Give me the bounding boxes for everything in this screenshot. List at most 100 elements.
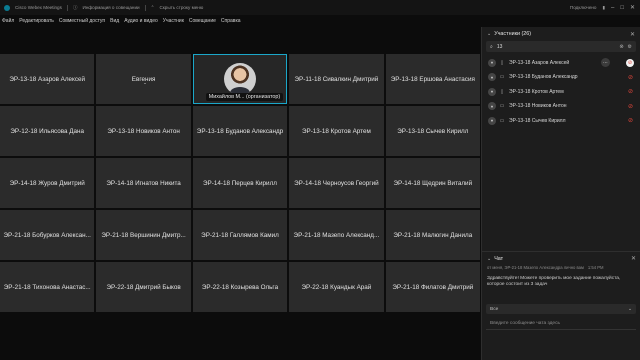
menu-edit[interactable]: Редактировать [19, 18, 54, 24]
participant-name: Евгения [131, 75, 156, 83]
participant-tile[interactable]: ЭР-21-18 Галлямов Камил [192, 210, 288, 260]
chevron-down-icon[interactable]: ⌄ [487, 31, 491, 37]
phone-icon: ▯ [500, 88, 504, 95]
participant-name: ЭР-13-18 Новиков Антон [509, 103, 567, 110]
menu-help[interactable]: Справка [221, 18, 241, 24]
divider [144, 4, 146, 11]
participant-tile[interactable]: ЭР-22-18 Козырева Ольга [192, 262, 288, 312]
chevron-up-icon: ⌃ [150, 4, 155, 10]
chat-recipient-select[interactable]: Все ⌄ [486, 304, 636, 314]
participant-name: ЭР-22-18 Дмитрий Быков [106, 283, 181, 291]
recipient-label: Все [490, 306, 499, 312]
host-video-tile[interactable]: Михайлов М... (организатор) [192, 54, 288, 104]
participant-name: ЭР-13-18 Кротов Артем [301, 127, 371, 135]
list-item[interactable]: ● ▯ ЭР-13-18 Азаров Алексей ⋯ ⊘ [482, 55, 640, 70]
participant-tile[interactable]: ЭР-12-18 Ильясова Дана [0, 106, 95, 156]
participant-tile[interactable]: ЭР-13-18 Кротов Артем [289, 106, 384, 156]
audio-indicator [143, 83, 146, 84]
participant-name: ЭР-13-18 Ершова Анастасия [390, 75, 475, 83]
chat-header[interactable]: ⌄ Чат ✕ [482, 252, 640, 265]
close-icon[interactable]: ✕ [630, 31, 635, 38]
participant-tile[interactable]: ЭР-13-18 Новиков Антон [96, 106, 191, 156]
participant-name: ЭР-22-18 Куандык Арай [301, 283, 372, 291]
menu-share[interactable]: Совместный доступ [59, 18, 105, 24]
participant-tile[interactable]: ЭР-21-18 Мазепо Александ... [289, 210, 384, 260]
participant-tile[interactable]: ЭР-22-18 Дмитрий Быков [96, 262, 191, 312]
signal-icon: ▮ [602, 4, 605, 10]
participant-search[interactable]: ⌕ ⊗ ⚙ [486, 41, 636, 52]
participant-tile[interactable]: ЭР-14-18 Перцев Кирилл [192, 158, 288, 208]
minimize-icon[interactable]: – [611, 5, 614, 11]
participant-tile[interactable]: ЭР-21-18 Вершинин Дмитр... [96, 210, 191, 260]
list-item[interactable]: ● ▭ ЭР-13-18 Сычев Кирилл ⊘ [482, 114, 640, 129]
participant-name: ЭР-22-18 Козырева Ольга [201, 283, 279, 291]
menu-audio-video[interactable]: Аудио и видео [124, 18, 158, 24]
mic-muted-icon[interactable]: ⊘ [627, 74, 634, 81]
connection-status[interactable]: Подключено [570, 5, 597, 10]
mic-muted-icon[interactable]: ⊘ [627, 103, 634, 110]
participant-tile[interactable]: ЭР-14-18 Игнатов Никита [96, 158, 191, 208]
maximize-icon[interactable]: □ [620, 5, 624, 11]
mic-muted-icon[interactable]: ⊘ [626, 58, 634, 67]
participant-tile[interactable]: ЭР-14-18 Черноусов Георгий [289, 158, 384, 208]
participant-name: ЭР-13-18 Сычев Кирилл [397, 127, 469, 135]
close-icon[interactable]: ✕ [631, 255, 636, 262]
participant-tile[interactable]: ЭР-14-18 Щедрин Виталий [385, 158, 480, 208]
chat-sender: от меня, ЭР-21-18 Мазепо Александра личн… [487, 265, 584, 270]
webex-logo-icon [4, 4, 10, 11]
list-item[interactable]: ● ▭ ЭР-13-18 Буданов Александр ⊘ [482, 70, 640, 85]
mic-muted-icon[interactable]: ⊘ [627, 88, 634, 95]
gear-icon[interactable]: ⚙ [628, 44, 632, 50]
participant-name: ЭР-13-18 Новиков Антон [107, 127, 180, 135]
participant-tile[interactable]: ЭР-21-18 Тихонова Анастас... [0, 262, 95, 312]
more-options-button[interactable]: ⋯ [601, 58, 610, 67]
participant-name: ЭР-14-18 Щедрин Виталий [393, 179, 473, 187]
avatar: ● [488, 102, 496, 111]
hide-menu-button[interactable]: Скрыть строку меню [159, 5, 203, 10]
participant-name: ЭР-14-18 Игнатов Никита [106, 179, 181, 187]
participant-tile[interactable]: ЭР-21-18 Малюгин Данила [385, 210, 480, 260]
menu-meeting[interactable]: Совещание [189, 18, 216, 24]
menu-view[interactable]: Вид [110, 18, 119, 24]
chat-time: 1:54 PM [587, 265, 604, 270]
chat-message: Здравствуйте! Можете проверить мое задан… [487, 276, 621, 288]
close-icon[interactable]: ✕ [630, 4, 635, 11]
chat-input[interactable]: Введите сообщение чата здесь [486, 318, 636, 330]
participant-name: ЭР-11-18 Сивалкин Дмитрий [294, 75, 379, 83]
participant-tile[interactable]: Евгения [96, 54, 191, 104]
list-item[interactable]: ● ▯ ЭР-13-18 Кротов Артем ⊘ [482, 85, 640, 100]
participant-tile[interactable]: ЭР-13-18 Буданов Александр [192, 106, 288, 156]
participant-name: ЭР-14-18 Перцев Кирилл [203, 179, 277, 187]
chevron-down-icon: ⌄ [627, 306, 632, 312]
computer-icon: ▭ [499, 103, 505, 110]
menu-file[interactable]: Файл [2, 18, 14, 24]
meeting-info-link[interactable]: Информация о совещании [83, 5, 140, 10]
phone-icon: ▯ [500, 59, 504, 66]
participant-tile[interactable]: ЭР-13-18 Ершова Анастасия [385, 54, 480, 104]
participants-header[interactable]: ⌄ Участники (26) ✕ [482, 27, 640, 41]
participants-title: Участники (26) [494, 31, 532, 37]
participant-tile[interactable]: ЭР-21-18 Филатов Дмитрий [385, 262, 480, 312]
host-avatar [223, 63, 256, 95]
participant-tile[interactable]: ЭР-22-18 Куандык Арай [289, 262, 384, 312]
mic-muted-icon[interactable]: ⊘ [627, 117, 634, 124]
menu-participant[interactable]: Участник [163, 18, 184, 24]
participant-name: ЭР-13-18 Буданов Александр [196, 127, 284, 135]
participant-name: ЭР-21-18 Вершинин Дмитр... [101, 231, 186, 239]
title-bar: Cisco Webex Meetings ⓘ Информация о сове… [0, 0, 640, 15]
participant-tile[interactable]: ЭР-21-18 Бобурков Алексан... [0, 210, 95, 260]
chevron-down-icon[interactable]: ⌄ [487, 256, 491, 262]
search-input[interactable] [496, 43, 617, 50]
participant-tile[interactable]: ЭР-14-18 Журов Дмитрий [0, 158, 95, 208]
participant-tile[interactable]: ЭР-13-18 Сычев Кирилл [385, 106, 480, 156]
menu-bar: Файл Редактировать Совместный доступ Вид… [0, 15, 480, 27]
participant-tile[interactable]: ЭР-11-18 Сивалкин Дмитрий [289, 54, 384, 104]
audio-indicator [47, 83, 50, 84]
clear-search-icon[interactable]: ⊗ [619, 44, 623, 50]
participant-name: ЭР-14-18 Журов Дмитрий [9, 179, 85, 187]
list-item[interactable]: ● ▭ ЭР-13-18 Новиков Антон ⊘ [482, 99, 640, 114]
avatar: ● [488, 87, 496, 96]
participant-tile[interactable]: ЭР-13-18 Азаров Алексей [0, 54, 95, 104]
participant-name: ЭР-21-18 Тихонова Анастас... [3, 283, 91, 291]
host-name-tag: Михайлов М... (организатор) [205, 93, 284, 101]
